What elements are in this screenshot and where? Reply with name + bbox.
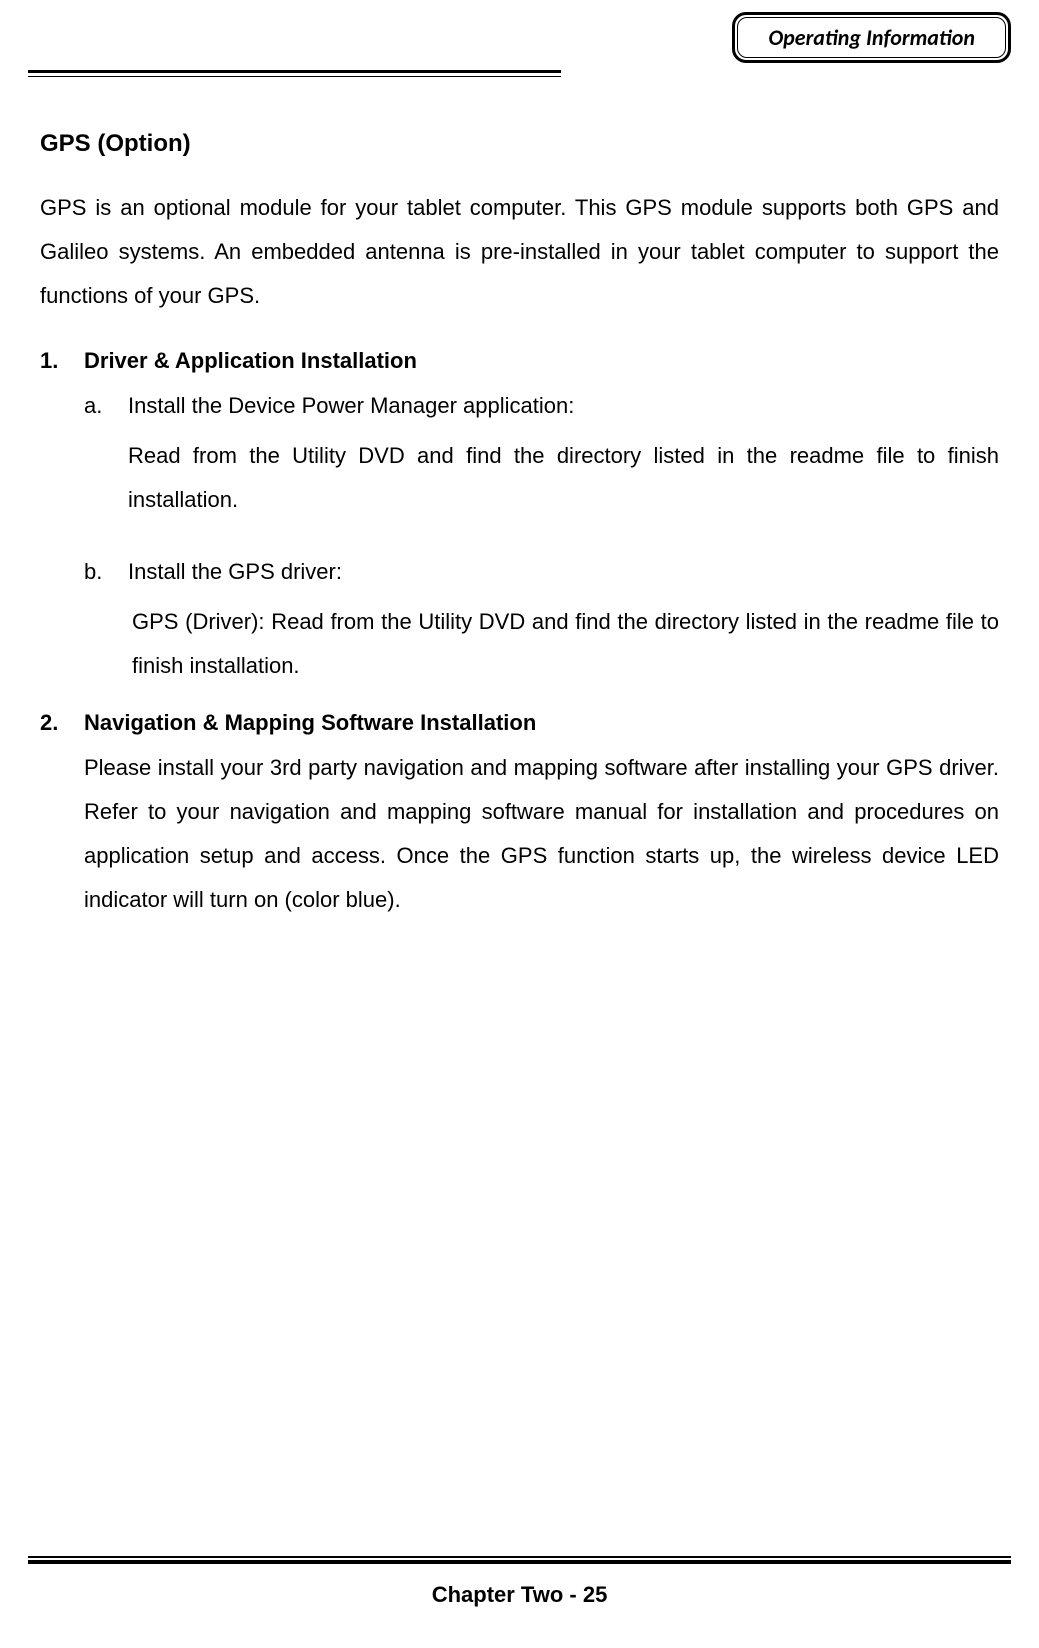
footer-rule-thick <box>28 1560 1011 1564</box>
list-number: 1. <box>40 348 84 374</box>
list-heading: Driver & Application Installation <box>84 348 417 374</box>
list-item-1: 1. Driver & Application Installation <box>40 348 999 374</box>
sub-line1: Install the GPS driver: <box>128 550 999 594</box>
footer-text: Chapter Two - 25 <box>28 1582 1011 1608</box>
list-heading: Navigation & Mapping Software Installati… <box>84 710 536 736</box>
page-content: GPS (Option) GPS is an optional module f… <box>0 90 1039 922</box>
page-footer: Chapter Two - 25 <box>28 1556 1011 1608</box>
sub-line1: Install the Device Power Manager applica… <box>128 384 999 428</box>
list-number: 2. <box>40 710 84 736</box>
header-badge-text: Operating Information <box>737 17 1006 58</box>
sub-item-b: b. Install the GPS driver: <box>40 550 999 594</box>
sub-body-a: Read from the Utility DVD and find the d… <box>40 434 999 522</box>
footer-rule-thin <box>28 1556 1011 1558</box>
sub-letter: a. <box>84 384 128 428</box>
intro-paragraph: GPS is an optional module for your table… <box>40 186 999 318</box>
sub-item-a: a. Install the Device Power Manager appl… <box>40 384 999 428</box>
sub-body-b: GPS (Driver): Read from the Utility DVD … <box>40 600 999 688</box>
list-item-2: 2. Navigation & Mapping Software Install… <box>40 710 999 736</box>
header-badge: Operating Information <box>732 12 1011 63</box>
section-title: GPS (Option) <box>40 130 999 158</box>
section2-body: Please install your 3rd party navigation… <box>40 746 999 922</box>
sub-letter: b. <box>84 550 128 594</box>
page-header: Operating Information <box>0 0 1039 90</box>
